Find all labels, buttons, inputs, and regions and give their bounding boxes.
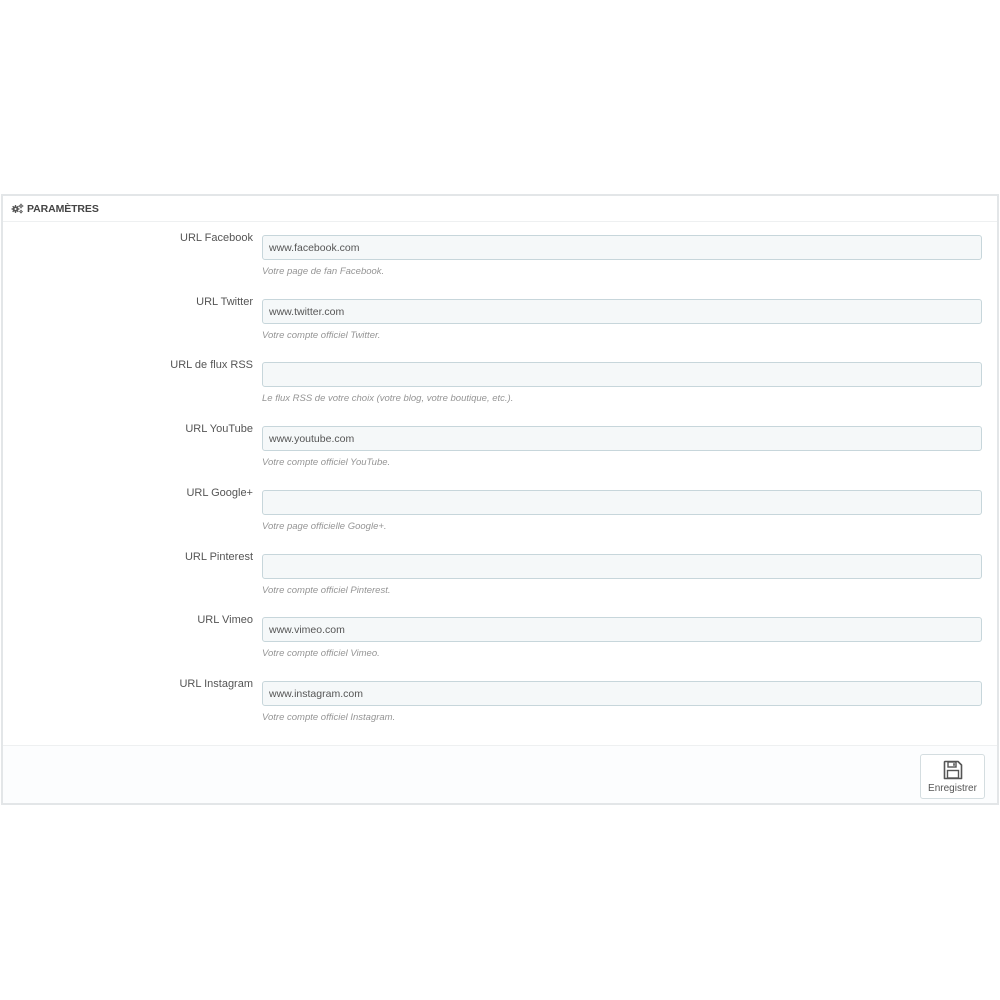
panel-title: PARAMÈTRES: [27, 202, 99, 215]
rss-url-label: URL de flux RSS: [170, 359, 253, 371]
form-row-youtube: URL YouTube Votre compte officiel YouTub…: [3, 413, 997, 473]
instagram-url-input[interactable]: [262, 681, 982, 706]
form-row-twitter: URL Twitter Votre compte officiel Twitte…: [3, 286, 997, 346]
save-button-label: Enregistrer: [928, 783, 977, 794]
panel-heading: PARAMÈTRES: [3, 196, 997, 222]
youtube-url-help: Votre compte officiel YouTube.: [262, 457, 391, 468]
save-button[interactable]: Enregistrer: [920, 754, 985, 799]
form-body: URL Facebook Votre page de fan Facebook.…: [3, 222, 997, 745]
google-plus-url-label: URL Google+: [186, 487, 253, 499]
panel-footer: Enregistrer: [3, 745, 997, 803]
form-row-facebook: URL Facebook Votre page de fan Facebook.: [3, 222, 997, 282]
pinterest-url-help: Votre compte officiel Pinterest.: [262, 585, 391, 596]
vimeo-url-input[interactable]: [262, 617, 982, 642]
form-row-google-plus: URL Google+ Votre page officielle Google…: [3, 477, 997, 537]
vimeo-url-help: Votre compte officiel Vimeo.: [262, 648, 380, 659]
youtube-url-label: URL YouTube: [185, 423, 253, 435]
facebook-url-input[interactable]: [262, 235, 982, 260]
cogs-icon: [11, 203, 24, 214]
form-row-vimeo: URL Vimeo Votre compte officiel Vimeo.: [3, 604, 997, 664]
twitter-url-help: Votre compte officiel Twitter.: [262, 330, 381, 341]
rss-url-input[interactable]: [262, 362, 982, 387]
form-row-instagram: URL Instagram Votre compte officiel Inst…: [3, 668, 997, 728]
youtube-url-input[interactable]: [262, 426, 982, 451]
settings-panel: PARAMÈTRES URL Facebook Votre page de fa…: [1, 194, 999, 805]
twitter-url-label: URL Twitter: [196, 296, 253, 308]
form-row-rss: URL de flux RSS Le flux RSS de votre cho…: [3, 349, 997, 409]
facebook-url-help: Votre page de fan Facebook.: [262, 266, 385, 277]
rss-url-help: Le flux RSS de votre choix (votre blog, …: [262, 393, 514, 404]
instagram-url-help: Votre compte officiel Instagram.: [262, 712, 396, 723]
form-row-pinterest: URL Pinterest Votre compte officiel Pint…: [3, 541, 997, 601]
instagram-url-label: URL Instagram: [179, 678, 253, 690]
google-plus-url-help: Votre page officielle Google+.: [262, 521, 387, 532]
google-plus-url-input[interactable]: [262, 490, 982, 515]
vimeo-url-label: URL Vimeo: [197, 614, 253, 626]
twitter-url-input[interactable]: [262, 299, 982, 324]
facebook-url-label: URL Facebook: [180, 232, 253, 244]
floppy-disk-icon: [942, 759, 964, 781]
pinterest-url-label: URL Pinterest: [184, 551, 253, 563]
pinterest-url-input[interactable]: [262, 554, 982, 579]
